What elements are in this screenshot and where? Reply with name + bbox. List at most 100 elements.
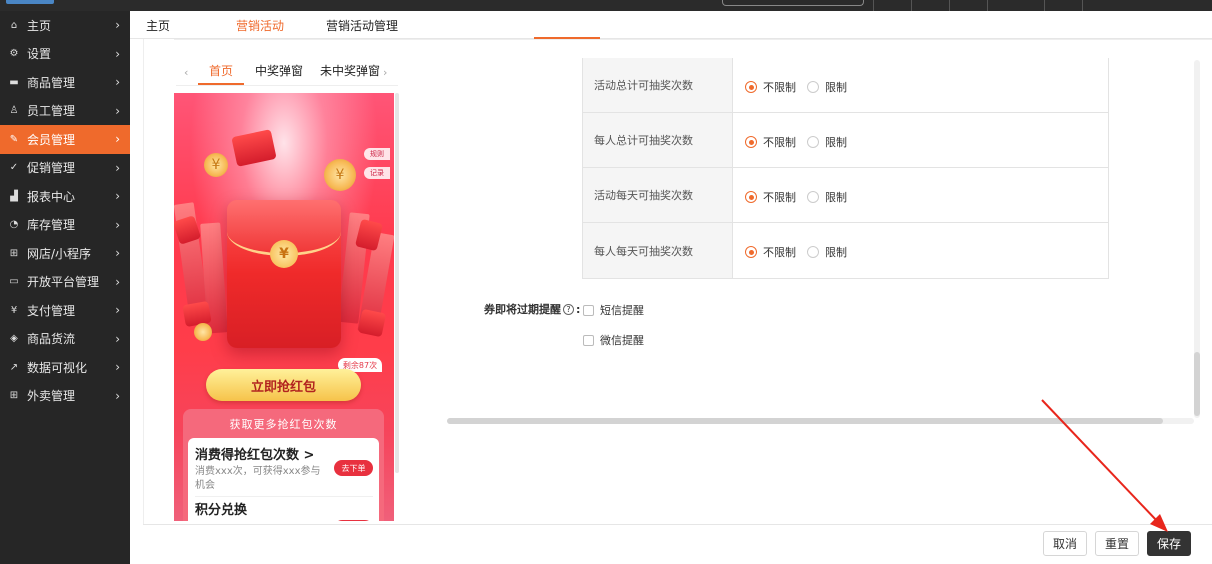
chevron-right-icon: › — [115, 274, 120, 289]
coin-icon — [194, 323, 212, 341]
limited-radio[interactable]: 限制 — [807, 79, 847, 95]
radio-label: 不限制 — [763, 81, 796, 94]
grab-red-envelope-button[interactable]: 立即抢红包 — [206, 369, 361, 401]
sidebar-item-label: 外卖管理 — [27, 389, 76, 404]
radio-label: 限制 — [825, 81, 847, 94]
tab-bar: 主页 营销活动 营销活动管理 — [130, 11, 1212, 39]
tab-home[interactable]: 主页 — [146, 17, 170, 34]
platform-icon: ▭ — [9, 276, 19, 288]
checkbox-icon — [583, 334, 594, 346]
radio-dot-icon — [745, 191, 757, 203]
scrollbar-thumb[interactable] — [1194, 352, 1200, 416]
vertical-scrollbar[interactable] — [1194, 60, 1200, 418]
chevron-right-icon: › — [115, 246, 120, 260]
task-title: 消费得抢红包次数 > — [195, 448, 315, 463]
table-row: 活动总计可抽奖次数 不限制 限制 — [583, 58, 1108, 113]
brand-logo — [6, 0, 54, 4]
preview-tab-home[interactable]: 首页 — [209, 62, 233, 79]
sidebar-item-label: 支付管理 — [27, 303, 76, 318]
sidebar-item[interactable]: ✎ 会员管理 › — [0, 125, 130, 154]
inventory-icon: ◔ — [9, 219, 19, 231]
sidebar-item-label: 网店/小程序 — [27, 246, 92, 261]
checkbox-label: 短信提醒 — [600, 304, 644, 317]
scrollbar-thumb[interactable] — [447, 418, 1163, 424]
help-icon[interactable]: ? — [563, 303, 574, 315]
shop-icon: ⊞ — [9, 247, 19, 259]
preview-scrollbar[interactable] — [395, 93, 399, 473]
tab-marketing[interactable]: 营销活动 — [236, 17, 284, 34]
sidebar-item[interactable]: ¥ 支付管理 › — [0, 296, 130, 325]
sidebar-item[interactable]: ⌂ 主页 › — [0, 11, 130, 40]
horizontal-scrollbar[interactable] — [447, 418, 1194, 424]
save-button[interactable]: 保存 — [1147, 531, 1191, 556]
sidebar-item[interactable]: ▟ 报表中心 › — [0, 182, 130, 211]
sidebar-item-label: 设置 — [27, 47, 52, 62]
unlimited-radio[interactable]: 不限制 — [745, 244, 796, 260]
chevron-right-icon: › — [115, 331, 120, 346]
phone-preview: ¥ ¥ 规则 记录 ¥ 剩余87次 立即抢红包 获取更多抢红包次数 消费得抢红包… — [174, 93, 394, 521]
sidebar-item[interactable]: ▬ 商品管理 › — [0, 68, 130, 97]
coin-icon: ¥ — [204, 153, 228, 177]
chevron-right-icon: › — [115, 303, 120, 317]
sidebar-item[interactable]: ↗ 数据可视化 › — [0, 353, 130, 382]
divider — [949, 0, 950, 11]
sidebar-item[interactable]: ◈ 商品货流 › — [0, 325, 130, 354]
row-label: 每人总计可抽奖次数 — [583, 113, 733, 167]
top-search-input[interactable] — [722, 0, 864, 6]
limited-radio[interactable]: 限制 — [807, 134, 847, 150]
unlimited-radio[interactable]: 不限制 — [745, 189, 796, 205]
record-tag[interactable]: 记录 — [364, 167, 390, 179]
reset-button[interactable]: 重置 — [1095, 531, 1139, 556]
preview-tab-win[interactable]: 中奖弹窗 — [255, 62, 303, 79]
data-visual-icon: ↗ — [9, 361, 19, 373]
radio-dot-icon — [807, 136, 819, 148]
more-chances-panel: 获取更多抢红包次数 消费得抢红包次数 > 消费xxx次，可获得xxx参与机会 去… — [183, 409, 384, 521]
preview-tab-lose[interactable]: 未中奖弹窗 — [320, 62, 380, 79]
radio-dot-icon — [807, 246, 819, 258]
task-button[interactable] — [334, 520, 373, 521]
unlimited-radio[interactable]: 不限制 — [745, 134, 796, 150]
chevron-left-icon[interactable]: ‹ — [184, 66, 188, 79]
chevron-right-icon: › — [115, 217, 120, 232]
sidebar-item[interactable]: ✓ 促销管理 › — [0, 154, 130, 183]
chevron-right-icon: › — [115, 360, 120, 374]
divider — [1082, 0, 1083, 11]
divider — [873, 0, 874, 11]
chevron-right-icon: › — [115, 132, 120, 146]
sidebar-item[interactable]: ⊞ 网店/小程序 › — [0, 239, 130, 268]
radio-label: 不限制 — [763, 246, 796, 259]
sidebar-item[interactable]: ⊞ 外卖管理 › — [0, 382, 130, 411]
radio-dot-icon — [807, 81, 819, 93]
sidebar-item[interactable]: ◔ 库存管理 › — [0, 211, 130, 240]
radio-dot-icon — [745, 81, 757, 93]
chevron-right-icon[interactable]: › — [383, 66, 387, 79]
home-icon: ⌂ — [10, 19, 18, 31]
cancel-button[interactable]: 取消 — [1043, 531, 1087, 556]
chevron-right-icon: › — [115, 160, 120, 175]
table-row: 每人每天可抽奖次数 不限制 限制 — [583, 223, 1108, 278]
sidebar-item[interactable]: ▭ 开放平台管理 › — [0, 268, 130, 297]
active-preview-tab-indicator — [198, 83, 244, 85]
radio-dot-icon — [807, 191, 819, 203]
rule-tag[interactable]: 规则 — [364, 148, 390, 160]
chevron-right-icon: › — [115, 103, 120, 118]
chevron-right-icon: › — [115, 18, 120, 32]
yuan-icon: ¥ — [270, 240, 298, 268]
sidebar-item[interactable]: ♙ 员工管理 › — [0, 97, 130, 126]
wechat-reminder-checkbox[interactable]: 微信提醒 — [583, 332, 644, 348]
coin-icon: ¥ — [324, 159, 356, 191]
go-order-button[interactable]: 去下单 — [334, 460, 373, 476]
divider — [1044, 0, 1045, 11]
chevron-right-icon: › — [115, 388, 120, 403]
sidebar-item-label: 商品管理 — [27, 75, 76, 90]
sidebar-item[interactable]: ⚙ 设置 › — [0, 40, 130, 69]
tab-marketing-manage[interactable]: 营销活动管理 — [326, 17, 398, 34]
radio-dot-icon — [745, 136, 757, 148]
takeout-icon: ⊞ — [9, 390, 19, 402]
row-label: 每人每天可抽奖次数 — [583, 223, 733, 278]
limited-radio[interactable]: 限制 — [807, 244, 847, 260]
goods-flow-icon: ◈ — [10, 333, 18, 345]
sms-reminder-checkbox[interactable]: 短信提醒 — [583, 302, 644, 318]
unlimited-radio[interactable]: 不限制 — [745, 79, 796, 95]
limited-radio[interactable]: 限制 — [807, 189, 847, 205]
